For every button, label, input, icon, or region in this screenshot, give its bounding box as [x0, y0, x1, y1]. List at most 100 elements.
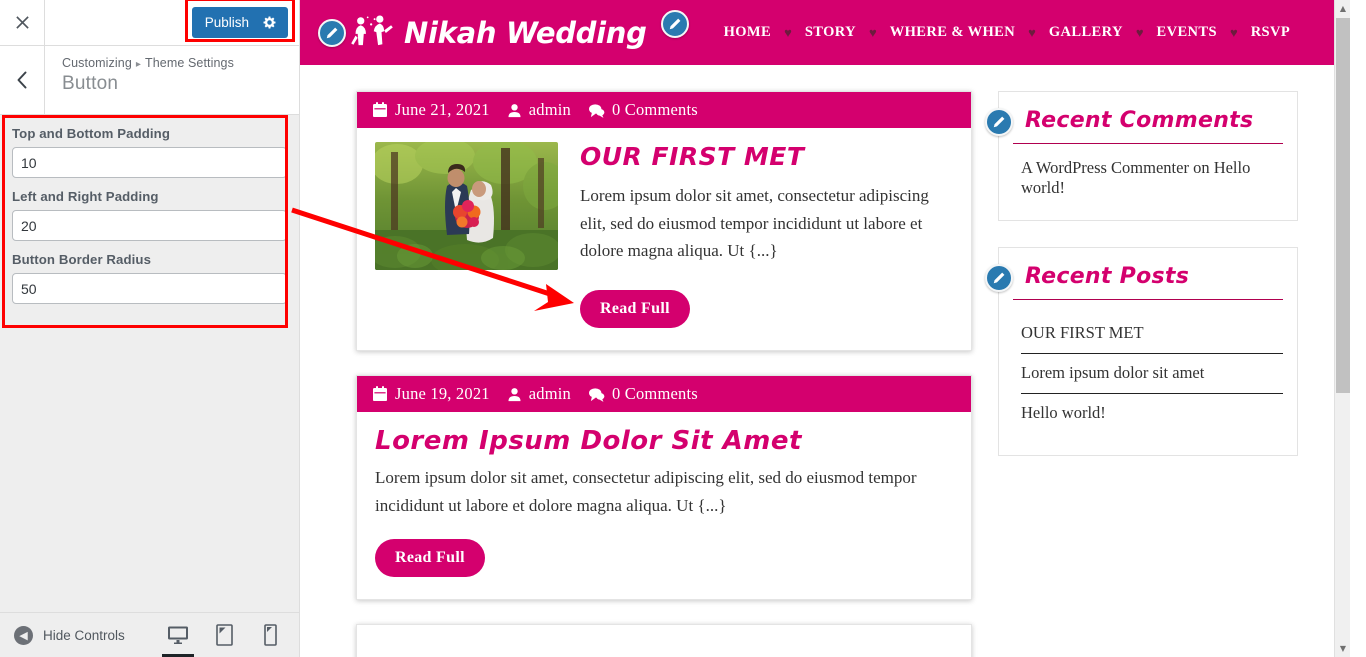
widget-divider [1013, 143, 1283, 144]
nav-item-where-and-when[interactable]: WHERE & WHEN [879, 24, 1026, 41]
heart-separator-icon: ♥ [784, 25, 792, 40]
heart-separator-icon: ♥ [1135, 25, 1144, 40]
customizer-footer: ◀ Hide Controls [0, 612, 299, 657]
heart-separator-icon: ♥ [869, 25, 877, 40]
button-border-radius-input[interactable] [12, 273, 287, 304]
post-actions: Read Full [580, 290, 953, 328]
edit-pencil-icon[interactable] [318, 18, 346, 47]
post-title[interactable]: Lorem Ipsum Dolor Sit Amet [375, 426, 953, 456]
read-full-button[interactable]: Read Full [580, 290, 690, 328]
hide-controls-button[interactable]: ◀ Hide Controls [0, 625, 165, 645]
site-branding[interactable]: Nikah Wedding [346, 13, 647, 53]
close-icon[interactable] [0, 0, 45, 45]
publish-area: Publish [184, 0, 295, 42]
scrollbar-thumb[interactable] [1336, 18, 1350, 393]
site-header: Nikah Wedding HOME ♥ STORY ♥ WHERE & WHE… [300, 0, 1350, 65]
top-bottom-padding-input[interactable] [12, 147, 287, 178]
breadcrumb: Customizing ▸ Theme Settings [62, 56, 234, 70]
post-thumbnail[interactable] [375, 142, 558, 270]
heart-separator-icon: ♥ [1229, 25, 1238, 40]
post-body: Lorem Ipsum Dolor Sit Amet Lorem ipsum d… [357, 412, 971, 599]
post-date-text: June 19, 2021 [395, 384, 490, 403]
left-right-padding-input[interactable] [12, 210, 287, 241]
nav-item-events[interactable]: EVENTS [1146, 24, 1228, 41]
list-item[interactable]: Lorem ipsum dolor sit amet [1021, 354, 1283, 394]
scroll-up-arrow-icon[interactable]: ▲ [1335, 0, 1350, 17]
nav-item-home[interactable]: HOME [713, 24, 783, 41]
scroll-down-arrow-icon[interactable]: ▼ [1335, 640, 1350, 657]
post-author: admin [507, 100, 571, 120]
device-preview-switcher [162, 613, 299, 657]
nav-item-rsvp[interactable]: RSVP [1240, 24, 1301, 41]
post-author-text: admin [528, 384, 571, 403]
post-card [356, 624, 972, 657]
list-item[interactable]: OUR FIRST MET [1021, 314, 1283, 354]
post-meta: June 21, 2021 admin 0 Comments [357, 92, 971, 128]
nav-item-gallery[interactable]: GALLERY [1038, 24, 1134, 41]
control-top-bottom-padding: Top and Bottom Padding [12, 126, 287, 178]
comment-icon [588, 387, 605, 402]
customizer-breadcrumb-row: Customizing ▸ Theme Settings Button [0, 46, 299, 115]
post-actions: Read Full [375, 539, 953, 578]
comment-icon [588, 103, 605, 118]
post-date: June 21, 2021 [372, 100, 490, 120]
post-comments: 0 Comments [588, 384, 698, 404]
edit-pencil-icon-header-menu[interactable] [660, 9, 689, 38]
widget-title: Recent Comments [1025, 108, 1254, 133]
breadcrumb-separator-icon: ▸ [135, 59, 141, 70]
post-comments: 0 Comments [588, 100, 698, 120]
controls-list: Top and Bottom Padding Left and Right Pa… [0, 115, 299, 323]
recent-comment-entry[interactable]: A WordPress Commenter on Hello world! [1013, 158, 1283, 198]
customizer-sidebar: Publish Customizing ▸ Theme Settings Butto… [0, 0, 300, 657]
site-preview: Nikah Wedding HOME ♥ STORY ♥ WHERE & WHE… [300, 0, 1350, 657]
device-tablet-button[interactable] [211, 613, 237, 657]
recent-posts-list: OUR FIRST MET Lorem ipsum dolor sit amet… [1013, 314, 1283, 433]
post-title[interactable]: OUR FIRST MET [580, 142, 953, 171]
control-label-button-border-radius: Button Border Radius [12, 252, 152, 267]
posts-column: June 21, 2021 admin 0 Comments OUR FIRST… [356, 91, 972, 657]
post-author: admin [507, 384, 571, 404]
heart-separator-icon: ♥ [1028, 25, 1036, 40]
post-excerpt: Lorem ipsum dolor sit amet, consectetur … [580, 186, 929, 261]
widget-divider [1013, 299, 1283, 300]
device-mobile-button[interactable] [257, 613, 283, 657]
edit-pencil-icon-recent-posts[interactable] [985, 264, 1013, 292]
read-full-button[interactable]: Read Full [375, 539, 485, 578]
customizer-screen: Publish Customizing ▸ Theme Settings Butto… [0, 0, 1366, 657]
device-desktop-button[interactable] [162, 613, 194, 657]
chevron-left-circle-icon: ◀ [14, 625, 33, 645]
control-button-border-radius: Button Border Radius [12, 252, 287, 304]
control-label-top-bottom-padding: Top and Bottom Padding [12, 126, 170, 141]
control-left-right-padding: Left and Right Padding [12, 189, 287, 241]
post-author-text: admin [528, 100, 571, 119]
post-date: June 19, 2021 [372, 384, 490, 404]
controls-zone: Top and Bottom Padding Left and Right Pa… [0, 115, 299, 328]
edit-pencil-icon-recent-comments[interactable] [985, 108, 1013, 136]
post-card: June 21, 2021 admin 0 Comments OUR FIRST… [356, 91, 972, 351]
breadcrumb-parent[interactable]: Theme Settings [145, 56, 234, 70]
publish-button[interactable]: Publish [191, 7, 288, 38]
post-meta: June 19, 2021 admin 0 Comments [357, 376, 971, 412]
calendar-icon [373, 386, 387, 401]
widget-recent-posts: Recent Posts OUR FIRST MET Lorem ipsum d… [985, 247, 1298, 456]
post-flex-row: OUR FIRST MET Lorem ipsum dolor sit amet… [375, 142, 953, 270]
wedding-couple-logo-icon [351, 14, 393, 45]
widget-title: Recent Posts [1025, 264, 1190, 289]
post-text-block: OUR FIRST MET Lorem ipsum dolor sit amet… [580, 142, 953, 270]
breadcrumb-root[interactable]: Customizing [62, 56, 132, 70]
list-item[interactable]: Hello world! [1021, 394, 1283, 433]
nav-item-story[interactable]: STORY [794, 24, 867, 41]
post-card: June 19, 2021 admin 0 Comments Lorem Ips… [356, 375, 972, 601]
preview-scrollbar[interactable]: ▲ ▼ [1334, 0, 1350, 657]
user-icon [508, 387, 521, 401]
gear-icon [263, 16, 276, 28]
publish-button-label: Publish [204, 14, 249, 30]
control-label-left-right-padding: Left and Right Padding [12, 189, 159, 204]
calendar-icon [373, 102, 387, 117]
hide-controls-label: Hide Controls [43, 627, 125, 643]
primary-navigation: HOME ♥ STORY ♥ WHERE & WHEN ♥ GALLERY ♥ … [713, 24, 1302, 41]
sidebar-widgets: Recent Comments A WordPress Commenter on… [985, 91, 1298, 657]
chevron-left-icon[interactable] [0, 46, 45, 114]
user-icon [508, 103, 521, 117]
post-comments-text: 0 Comments [611, 384, 698, 403]
